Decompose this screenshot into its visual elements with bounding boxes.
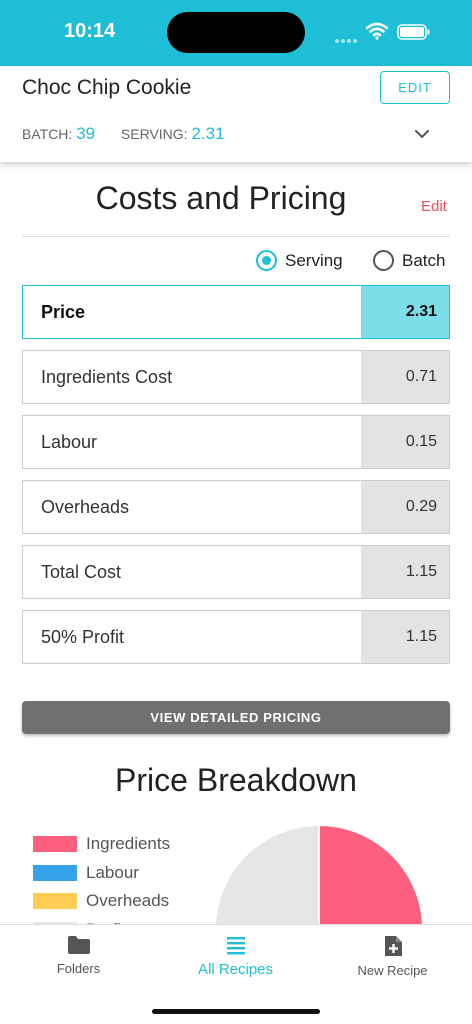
folder-icon [67,936,90,954]
recipe-stats: BATCH: 39 SERVING: 2.31 [22,124,225,144]
dynamic-island [167,12,305,53]
tab-new-recipe[interactable]: New Recipe [314,935,471,978]
serving-value: 2.31 [191,124,225,143]
cost-row-value: 0.71 [361,351,449,403]
cost-row-value: 0.15 [361,416,449,468]
legend-item: Overheads [33,887,170,916]
chevron-down-icon[interactable] [414,128,430,140]
recipe-title: Choc Chip Cookie [22,76,192,99]
legend-label: Ingredients [86,834,171,854]
pie-slice-ingredients [318,824,424,926]
cost-row-price[interactable]: Price 2.31 [22,285,450,339]
cost-row-label: Total Cost [41,561,122,582]
list-icon [226,937,245,955]
view-detailed-pricing-button[interactable]: VIEW DETAILED PRICING [22,701,450,734]
divider [22,236,450,237]
tab-label: All Recipes [197,961,274,978]
status-bar: 10:14 [0,0,472,66]
legend-label: Overheads [86,891,170,911]
legend-swatch [33,836,77,853]
cost-row-label: Price [41,301,86,322]
serving-label: SERVING: [120,126,188,142]
price-breakdown-pie-chart [214,824,424,926]
radio-serving-label: Serving [285,250,343,270]
status-time: 10:14 [64,20,116,42]
wifi-icon [366,22,388,40]
legend-swatch [33,864,77,881]
pie-chart-svg [214,824,424,926]
new-file-icon [384,936,402,956]
cost-row-ingredients[interactable]: Ingredients Cost 0.71 [22,350,450,404]
costs-edit-link[interactable]: Edit [421,198,447,215]
tab-label: New Recipe [357,963,428,978]
cellular-signal-icon [335,30,359,43]
cost-row-value: 0.29 [361,481,449,533]
cost-row-label: 50% Profit [41,626,125,647]
tab-all-recipes[interactable]: All Recipes [157,935,314,978]
breakdown-section-title: Price Breakdown [115,762,357,798]
cost-row-value: 1.15 [361,546,449,598]
radio-batch[interactable]: Batch [373,250,445,271]
cost-row-label: Ingredients Cost [41,366,173,387]
pie-slice-profit [214,824,320,926]
legend-item: Ingredients [33,830,170,859]
tab-label: Folders [56,961,101,976]
home-indicator [152,1009,320,1014]
radio-unselected-icon [373,250,394,271]
tab-folders[interactable]: Folders [0,935,157,976]
legend-swatch [33,893,77,910]
costs-section-title: Costs and Pricing [95,180,347,216]
cost-row-label: Overheads [41,496,130,517]
cost-row-labour[interactable]: Labour 0.15 [22,415,450,469]
batch-value: 39 [76,124,96,143]
recipe-header: Choc Chip Cookie EDIT BATCH: 39 SERVING:… [0,66,472,162]
cost-row-value: 2.31 [361,286,449,338]
radio-serving[interactable]: Serving [256,250,343,271]
cost-row-overheads[interactable]: Overheads 0.29 [22,480,450,534]
cost-row-profit[interactable]: 50% Profit 1.15 [22,610,450,664]
edit-recipe-button[interactable]: EDIT [380,71,450,104]
legend-item: Labour [33,859,170,888]
legend-label: Labour [86,862,139,882]
cost-row-value: 1.15 [361,611,449,663]
cost-row-total-cost[interactable]: Total Cost 1.15 [22,545,450,599]
cost-row-label: Labour [41,431,98,452]
battery-icon [397,24,430,40]
batch-label: BATCH: [22,126,73,142]
radio-selected-icon [256,250,277,271]
radio-batch-label: Batch [402,250,446,270]
